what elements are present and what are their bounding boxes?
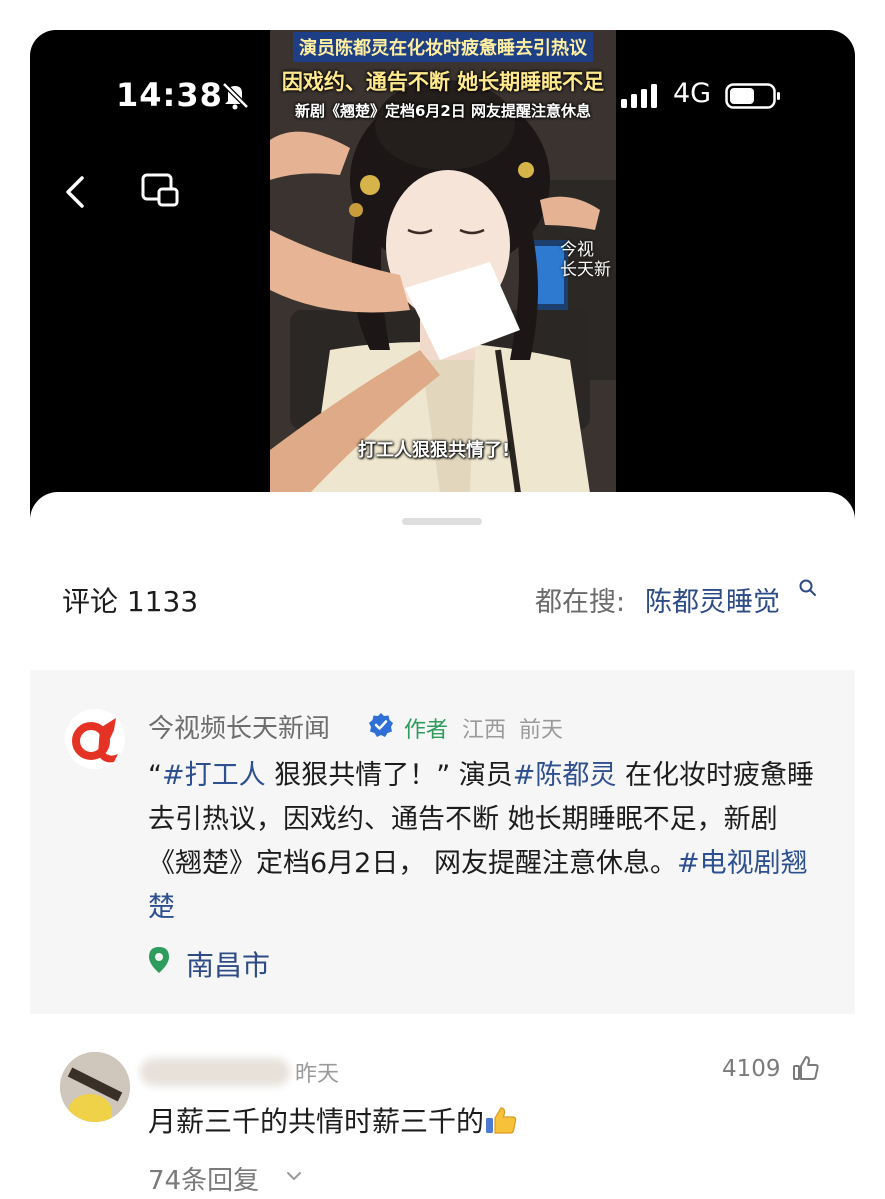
author-tag: 作者 [404, 718, 449, 743]
video-player[interactable]: 演员陈都灵在化妆时疲惫睡去引热议 因戏约、通告不断 她长期睡眠不足 新剧《翘楚》… [30, 30, 855, 550]
author-name[interactable]: 今视频长天新闻 [148, 708, 330, 745]
post-text-part: “ [148, 760, 162, 791]
location-link[interactable]: 南昌市 [186, 944, 270, 984]
bell-off-icon [222, 82, 249, 110]
headline-line-1: 演员陈都灵在化妆时疲惫睡去引热议 [293, 32, 593, 62]
channel-logo-icon[interactable] [64, 708, 126, 770]
hashtag-link[interactable]: #打工人 [162, 760, 266, 791]
sheet-drag-handle[interactable] [402, 518, 482, 525]
commenter-avatar[interactable] [60, 1052, 130, 1122]
watermark-line-2: 长天新 [560, 260, 611, 280]
reply-text: 月薪三千的共情时薪三千的 [148, 1100, 518, 1140]
thumbs-up-icon[interactable] [792, 1054, 820, 1082]
post-text: “#打工人 狠狠共情了！” 演员#陈都灵 在化妆时疲惫睡去引热议，因戏约、通告不… [148, 754, 820, 930]
channel-watermark: 今视 长天新 [560, 240, 611, 280]
battery-icon [725, 83, 780, 109]
chevron-down-icon[interactable] [286, 1170, 302, 1182]
back-arrow-icon[interactable] [58, 170, 94, 214]
app-screen: 演员陈都灵在化妆时疲惫睡去引热议 因戏约、通告不断 她长期睡眠不足 新剧《翘楚》… [30, 30, 855, 1199]
trending-search-label: 都在搜: [535, 587, 626, 618]
view-replies-button[interactable]: 74条回复 [148, 1160, 259, 1197]
status-time: 14:38 [116, 76, 223, 114]
signal-icon [621, 84, 657, 108]
watermark-line-1: 今视 [560, 240, 594, 260]
comment-count: 评论 1133 [62, 585, 199, 618]
picture-in-picture-icon[interactable] [140, 170, 182, 212]
post-meta: 江西 前天 [462, 712, 563, 744]
trending-search-link[interactable]: 陈都灵睡觉 [645, 580, 780, 619]
reply-text-content: 月薪三千的共情时薪三千的 [148, 1105, 485, 1138]
reply-time: 昨天 [295, 1062, 340, 1087]
video-caption: 打工人狠狠共情了! [358, 440, 511, 461]
search-icon[interactable] [798, 578, 818, 598]
location-pin-icon [149, 947, 169, 973]
status-bar: 14:38 4G [30, 74, 855, 118]
post-time: 前天 [519, 718, 564, 743]
post-region: 江西 [462, 718, 507, 743]
like-count: 4109 [722, 1056, 781, 1082]
comments-sheet: 评论 1133 都在搜: 陈都灵睡觉 今视频长天新闻 作者 江西 前天 “#打工… [30, 492, 855, 1199]
network-type: 4G [673, 78, 712, 109]
author-post-card: 今视频长天新闻 作者 江西 前天 “#打工人 狠狠共情了！” 演员#陈都灵 在化… [30, 670, 855, 1014]
hashtag-link[interactable]: #陈都灵 [513, 760, 617, 791]
thumbs-up-emoji-icon [486, 1107, 517, 1134]
verified-badge-icon [369, 713, 393, 737]
commenter-name-redacted [140, 1058, 290, 1086]
avatar-image [60, 1052, 130, 1122]
post-text-part: 狠狠共情了！” 演员 [265, 760, 513, 791]
